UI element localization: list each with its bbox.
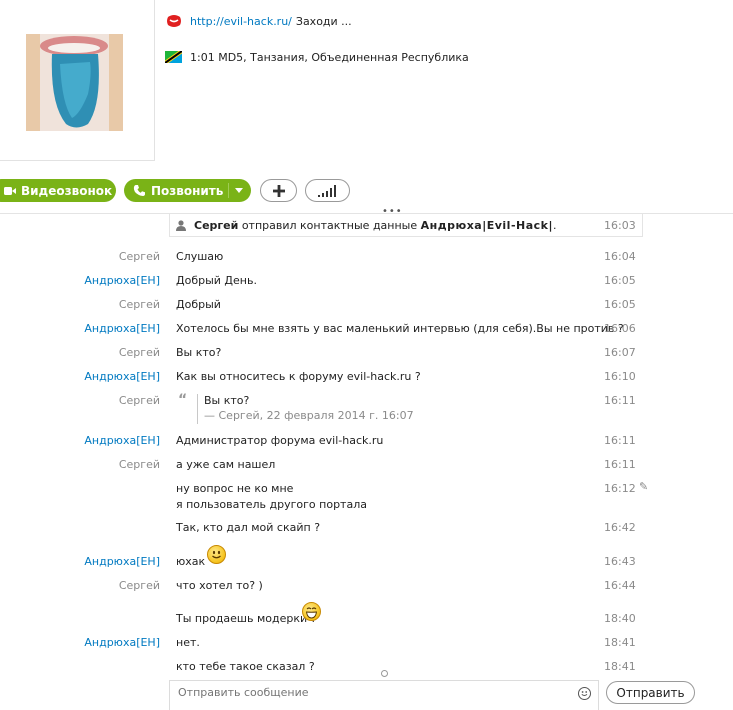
call-label: Позвонить xyxy=(151,183,224,198)
message-text: Добрый xyxy=(176,298,221,311)
message-sender[interactable]: Андрюха[EH] xyxy=(0,322,160,335)
edited-pencil-icon[interactable]: ✎ xyxy=(639,480,648,493)
message-time: 16:05 xyxy=(604,298,636,311)
message-time: 16:44 xyxy=(604,579,636,592)
location-row: 1:01 MD5, Танзания, Объединенная Республ… xyxy=(165,48,469,66)
message-text: Добрый День. xyxy=(176,274,257,287)
message-time: 16:12 xyxy=(604,482,636,495)
system-message-contact[interactable]: Андрюха|Evil-Hack| xyxy=(421,219,553,232)
mood-icon xyxy=(167,15,181,27)
call-quality-button[interactable] xyxy=(305,179,350,202)
system-message-time: 16:03 xyxy=(604,219,636,232)
message-time: 16:11 xyxy=(604,458,636,471)
message-sender[interactable]: Сергей xyxy=(0,250,160,263)
message-text: Так, кто дал мой скайп ? xyxy=(176,521,321,534)
quoted-text: Вы кто? xyxy=(204,394,250,407)
quote-bar xyxy=(197,394,198,424)
tanzania-flag-icon xyxy=(165,51,182,63)
system-message-action: отправил контактные данные xyxy=(238,219,421,232)
composer-resize-handle[interactable] xyxy=(381,670,388,677)
message-sender[interactable]: Андрюха[EH] xyxy=(0,370,160,383)
system-message-tail: . xyxy=(553,219,557,232)
contact-icon xyxy=(176,220,186,231)
message-text: Администратор форума evil-hack.ru xyxy=(176,434,384,447)
message-text: кто тебе такое сказал ? xyxy=(176,660,315,673)
mood-row: http://evil-hack.ru/ Заходи ... xyxy=(165,12,352,30)
plus-icon xyxy=(272,184,285,197)
message-time: 16:05 xyxy=(604,274,636,287)
message-sender[interactable]: Андрюха[EH] xyxy=(0,636,160,649)
message-text: Вы кто? xyxy=(176,346,222,359)
message-text: Как вы относитесь к форуму evil-hack.ru … xyxy=(176,370,421,383)
laugh-emoticon-icon xyxy=(302,602,321,621)
message-time: 18:41 xyxy=(604,660,636,673)
message-text: Хотелось бы мне взять у вас маленький ин… xyxy=(176,322,624,335)
location-text: 1:01 MD5, Танзания, Объединенная Республ… xyxy=(190,50,469,64)
message-time: 16:07 xyxy=(604,346,636,359)
message-sender[interactable]: Сергей xyxy=(0,298,160,311)
message-time: 16:42 xyxy=(604,521,636,534)
message-input[interactable] xyxy=(178,686,478,699)
message-text: Слушаю xyxy=(176,250,224,263)
add-button[interactable] xyxy=(260,179,297,202)
contact-avatar[interactable] xyxy=(26,34,123,131)
message-text: что хотел то? ) xyxy=(176,579,263,592)
system-message: Сергей отправил контактные данные Андрюх… xyxy=(176,219,557,232)
message-text: Ты продаешь модерки ? xyxy=(176,612,317,625)
quote-meta: — Сергей, 22 февраля 2014 г. 16:07 xyxy=(204,409,414,422)
message-text: а уже сам нашел xyxy=(176,458,276,471)
message-time: 16:11 xyxy=(604,434,636,447)
message-sender[interactable]: Сергей xyxy=(0,458,160,471)
video-call-button[interactable]: Видеозвонок xyxy=(0,179,116,202)
message-sender[interactable]: Андрюха[EH] xyxy=(0,274,160,287)
message-text: юхак xyxy=(176,555,206,568)
message-text-line2: я пользователь другого портала xyxy=(176,498,367,511)
call-button[interactable]: Позвонить xyxy=(124,179,251,202)
message-sender[interactable]: Сергей xyxy=(0,579,160,592)
signal-bars-icon xyxy=(317,184,336,197)
message-text: нет. xyxy=(176,636,200,649)
quote-icon: “ xyxy=(178,392,188,408)
mood-link[interactable]: http://evil-hack.ru/ xyxy=(190,15,292,28)
send-button[interactable]: Отправить xyxy=(606,681,695,704)
message-text: ну вопрос не ко мне xyxy=(176,482,294,495)
video-camera-icon xyxy=(4,186,16,195)
chevron-down-icon[interactable] xyxy=(235,188,243,193)
video-call-label: Видеозвонок xyxy=(21,183,113,198)
message-time: 16:06 xyxy=(604,322,636,335)
message-time: 16:11 xyxy=(604,394,636,407)
message-time: 16:10 xyxy=(604,370,636,383)
message-time: 16:04 xyxy=(604,250,636,263)
message-sender[interactable]: Андрюха[EH] xyxy=(0,434,160,447)
message-time: 18:40 xyxy=(604,612,636,625)
emoticon-picker-icon[interactable] xyxy=(578,687,591,700)
smile-emoticon-icon xyxy=(207,545,226,564)
message-time: 18:41 xyxy=(604,636,636,649)
mood-text: Заходи ... xyxy=(295,14,352,28)
phone-icon xyxy=(133,185,145,196)
message-sender[interactable]: Сергей xyxy=(0,346,160,359)
message-sender[interactable]: Андрюха[EH] xyxy=(0,555,160,568)
call-button-separator xyxy=(228,183,229,198)
system-message-sender: Сергей xyxy=(194,219,239,232)
message-time: 16:43 xyxy=(604,555,636,568)
message-sender[interactable]: Сергей xyxy=(0,394,160,407)
